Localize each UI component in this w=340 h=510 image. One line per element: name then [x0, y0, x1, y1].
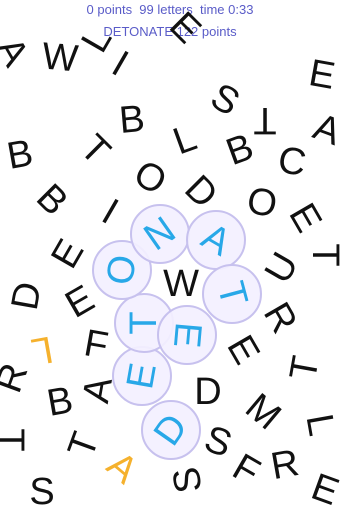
letter-tile[interactable]: S	[29, 471, 54, 510]
letter-tile[interactable]: C	[275, 139, 309, 185]
letter-tile[interactable]: T	[282, 353, 327, 383]
letter-tile[interactable]: W	[163, 263, 199, 305]
letter-tile[interactable]: R	[0, 358, 36, 398]
letter-tile[interactable]: B	[4, 132, 36, 178]
letter-tile[interactable]: T	[304, 243, 340, 266]
letter-tile[interactable]: B	[44, 379, 76, 425]
letter-tile[interactable]: T	[72, 127, 118, 173]
letter-tile[interactable]: E	[161, 4, 209, 52]
highlighted-letter-tile[interactable]: A	[99, 444, 146, 493]
letter-tile[interactable]: S	[199, 418, 237, 466]
letter-tile[interactable]: R	[268, 442, 302, 488]
letter-tile[interactable]: E	[306, 52, 338, 98]
selected-letter-tile[interactable]: T	[123, 311, 165, 334]
letter-tile[interactable]: F	[81, 322, 111, 367]
letter-tile[interactable]: W	[40, 36, 80, 81]
letter-tile[interactable]: L	[74, 20, 121, 59]
letter-tile[interactable]: U	[257, 246, 307, 291]
letter-tile[interactable]: E	[43, 233, 92, 276]
letter-tile[interactable]: E	[306, 466, 340, 510]
letter-tile[interactable]: T	[60, 427, 107, 463]
letter-tile[interactable]: D	[176, 167, 225, 216]
letter-tile[interactable]: S	[165, 464, 211, 496]
letter-tile[interactable]: O	[244, 180, 280, 226]
selected-letter-tile[interactable]: E	[165, 321, 209, 350]
letter-tile[interactable]: L	[297, 411, 340, 439]
letter-tile[interactable]: I	[95, 191, 125, 233]
letter-tile[interactable]: E	[280, 197, 329, 240]
letter-tile[interactable]: E	[218, 329, 267, 372]
letter-board[interactable]: AWLEIESBLTABTBCOBDOEITEUDWERLFETRADLBMTT…	[0, 0, 340, 510]
letter-tile[interactable]: O	[127, 152, 174, 203]
letter-tile[interactable]: A	[308, 106, 340, 154]
letter-tile[interactable]: T	[0, 428, 31, 451]
letter-tile[interactable]: E	[59, 277, 102, 326]
letter-tile[interactable]: D	[194, 371, 221, 413]
letter-tile[interactable]: R	[255, 296, 305, 341]
letter-tile[interactable]: S	[204, 75, 247, 124]
letter-tile[interactable]: B	[118, 98, 147, 142]
letter-tile[interactable]: B	[28, 176, 76, 224]
letter-tile[interactable]: B	[221, 126, 259, 174]
letter-tile[interactable]: F	[225, 446, 266, 494]
letter-tile[interactable]: M	[237, 386, 288, 439]
letter-tile[interactable]: D	[4, 279, 50, 313]
highlighted-letter-tile[interactable]: L	[28, 327, 56, 372]
letter-tile[interactable]: L	[168, 117, 202, 164]
letter-tile[interactable]: T	[253, 99, 276, 141]
letter-tile[interactable]: A	[0, 31, 37, 75]
